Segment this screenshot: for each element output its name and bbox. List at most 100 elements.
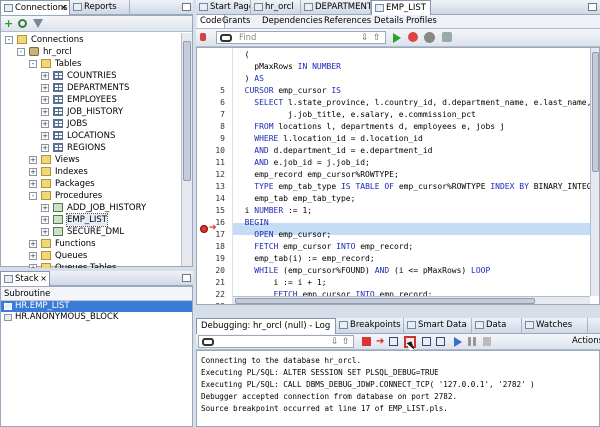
- tree-scrollbar[interactable]: [181, 33, 192, 266]
- tree-folder[interactable]: + Indexes: [1, 166, 181, 178]
- expand-icon[interactable]: +: [41, 132, 49, 140]
- run-icon[interactable]: [393, 33, 401, 43]
- compile-icon[interactable]: [424, 32, 435, 43]
- code-scrollbar[interactable]: [590, 48, 599, 296]
- tab-hr-orcl[interactable]: hr_orcl: [251, 0, 301, 15]
- subtab-dependencies[interactable]: Dependencies: [260, 15, 325, 28]
- code-line[interactable]: 12 emp_record emp_cursor%ROWTYPE;: [197, 169, 590, 181]
- expand-icon[interactable]: +: [29, 240, 37, 248]
- code-line[interactable]: 20 WHILE (emp_cursor%FOUND) AND (i <= pM…: [197, 265, 590, 277]
- tree-folder[interactable]: + Functions: [1, 238, 181, 250]
- pin-icon[interactable]: [200, 33, 206, 41]
- filter-icon[interactable]: [33, 19, 43, 28]
- expand-icon[interactable]: +: [29, 264, 37, 268]
- code-line[interactable]: 14 emp_tab emp_tab_type;: [197, 193, 590, 205]
- find-down-icon[interactable]: ⇩: [361, 33, 369, 43]
- code-line[interactable]: 7 j.job_title, e.salary, e.commission_pc…: [197, 109, 590, 121]
- tree-folder[interactable]: + Queues Tables: [1, 262, 181, 268]
- expand-icon[interactable]: +: [41, 96, 49, 104]
- tab-reports[interactable]: Reports: [70, 0, 130, 15]
- tree-table[interactable]: + JOB_HISTORY: [1, 106, 181, 118]
- debug-icon[interactable]: [408, 32, 418, 42]
- resume-icon[interactable]: [454, 337, 462, 347]
- tab-stack[interactable]: Stack ×: [0, 271, 50, 286]
- expand-icon[interactable]: +: [41, 144, 49, 152]
- pause-icon[interactable]: [468, 337, 476, 346]
- code-line[interactable]: 5 CURSOR emp_cursor IS: [197, 85, 590, 97]
- tree-folder[interactable]: + Packages: [1, 178, 181, 190]
- subtab-grants[interactable]: Grants: [220, 15, 252, 28]
- settings-icon[interactable]: [442, 32, 452, 42]
- expand-icon[interactable]: +: [29, 168, 37, 176]
- stack-row[interactable]: HR.ANONYMOUS_BLOCK: [1, 312, 192, 323]
- tab-data[interactable]: Data: [472, 318, 522, 334]
- minimize-icon[interactable]: [182, 274, 191, 282]
- find-up-icon[interactable]: ⇧: [373, 33, 381, 43]
- subtab-references[interactable]: References: [322, 15, 373, 28]
- tree-procedure[interactable]: + ADD_JOB_HISTORY: [1, 202, 181, 214]
- find-field[interactable]: Find ⇩ ⇧: [216, 31, 386, 44]
- expand-icon[interactable]: +: [29, 156, 37, 164]
- trash-icon[interactable]: [483, 337, 491, 346]
- minimize-icon[interactable]: [182, 3, 191, 11]
- code-line[interactable]: 19 emp_tab(i) := emp_record;: [197, 253, 590, 265]
- tab-connections[interactable]: Connections ×: [0, 0, 70, 15]
- find-execution-point-icon[interactable]: ➔: [376, 336, 386, 347]
- terminate-icon[interactable]: [362, 337, 371, 346]
- minimize-icon[interactable]: [588, 3, 597, 11]
- expand-icon[interactable]: +: [41, 204, 49, 212]
- tab-watches[interactable]: Watches: [522, 318, 588, 334]
- expand-icon[interactable]: +: [29, 252, 37, 260]
- tab-debug-log[interactable]: Debugging: hr_orcl (null) - Log: [196, 318, 336, 334]
- code-line[interactable]: 6 SELECT l.state_province, l.country_id,…: [197, 97, 591, 109]
- code-line[interactable]: 16 BEGIN: [197, 217, 590, 229]
- subtab-profiles[interactable]: Profiles: [404, 15, 439, 28]
- add-connection-icon[interactable]: +: [4, 18, 14, 29]
- code-line[interactable]: 21 i := i + 1;: [197, 277, 590, 289]
- tree-table[interactable]: + EMPLOYEES: [1, 94, 181, 106]
- code-line[interactable]: 8 FROM locations l, departments d, emplo…: [197, 121, 590, 133]
- collapse-icon[interactable]: -: [29, 60, 37, 68]
- close-icon[interactable]: ×: [40, 272, 47, 286]
- collapse-icon[interactable]: -: [5, 36, 13, 44]
- tab-breakpoints[interactable]: Breakpoints: [336, 318, 404, 334]
- find-up-icon[interactable]: ⇧: [342, 337, 350, 347]
- tab-emp-list[interactable]: EMP_LIST: [371, 0, 431, 15]
- stack-row[interactable]: HR.EMP_LIST: [1, 301, 192, 312]
- tree-procedure[interactable]: + EMP_LIST: [1, 213, 181, 227]
- subtab-details[interactable]: Details: [372, 15, 405, 28]
- tree-table[interactable]: + DEPARTMENTS: [1, 82, 181, 94]
- find-down-icon[interactable]: ⇩: [331, 337, 339, 347]
- tree-folder[interactable]: + Views: [1, 154, 181, 166]
- expand-icon[interactable]: +: [41, 72, 49, 80]
- tab-departments[interactable]: DEPARTMENTS: [301, 0, 371, 15]
- tree-root-connections[interactable]: - Connections: [1, 34, 181, 46]
- expand-icon[interactable]: +: [41, 108, 49, 116]
- actions-label[interactable]: Actions: [572, 336, 600, 346]
- step-to-end-icon[interactable]: [436, 337, 445, 346]
- tree-table[interactable]: + COUNTRIES: [1, 70, 181, 82]
- step-out-icon[interactable]: [422, 337, 431, 346]
- expand-icon[interactable]: +: [41, 228, 49, 236]
- tree-table[interactable]: + LOCATIONS: [1, 130, 181, 142]
- code-hscrollbar-thumb[interactable]: [235, 298, 535, 304]
- close-icon[interactable]: ×: [60, 1, 67, 15]
- tree-folder[interactable]: - Procedures: [1, 190, 181, 202]
- code-scrollbar-thumb[interactable]: [592, 52, 599, 172]
- code-line[interactable]: ) AS: [197, 73, 590, 85]
- code-line[interactable]: 9 WHERE l.location_id = d.location_id: [197, 133, 590, 145]
- tree-table[interactable]: + REGIONS: [1, 142, 181, 154]
- expand-icon[interactable]: +: [41, 216, 49, 224]
- tab-smart-data[interactable]: Smart Data: [404, 318, 472, 334]
- tree-folder[interactable]: + Queues: [1, 250, 181, 262]
- code-line[interactable]: 17 OPEN emp_cursor;: [197, 229, 590, 241]
- collapse-icon[interactable]: -: [17, 48, 25, 56]
- tree-procedure[interactable]: + SECURE_DML: [1, 226, 181, 238]
- expand-icon[interactable]: +: [41, 84, 49, 92]
- code-line[interactable]: 13 TYPE emp_tab_type IS TABLE OF emp_cur…: [197, 181, 596, 193]
- debug-find-field[interactable]: ⇩ ⇧: [198, 335, 354, 348]
- tab-start-page[interactable]: Start Page: [196, 0, 251, 15]
- collapse-icon[interactable]: -: [29, 192, 37, 200]
- code-hscrollbar[interactable]: [233, 296, 590, 304]
- code-line[interactable]: 15 i NUMBER := 1;: [197, 205, 590, 217]
